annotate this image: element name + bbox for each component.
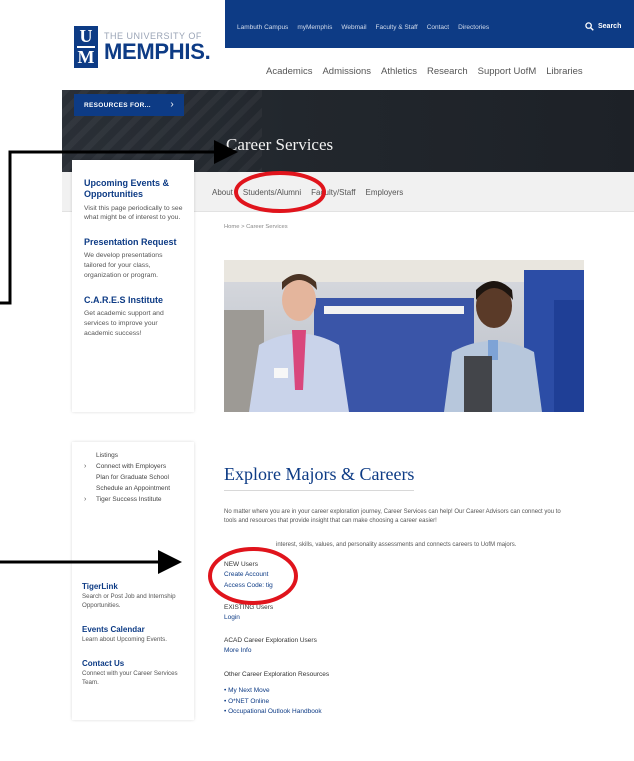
- new-users-block: NEW Users Create Account Access Code: ti…: [224, 560, 273, 591]
- nav-admissions[interactable]: Admissions: [322, 66, 371, 77]
- other-resources-block: Other Career Exploration Resources • My …: [224, 670, 329, 718]
- create-account-link[interactable]: Create Account: [224, 570, 273, 580]
- logo-name: MEMPHIS.: [104, 39, 211, 64]
- resources-for-button[interactable]: RESOURCES FOR... ›: [74, 94, 184, 116]
- utility-link-webmail[interactable]: Webmail: [341, 24, 366, 31]
- utility-link-lambuth[interactable]: Lambuth Campus: [237, 24, 288, 31]
- heading-divider: [224, 490, 414, 491]
- utility-link-directories[interactable]: Directories: [458, 24, 489, 31]
- explore-focus-text: interest, skills, values, and personalit…: [276, 542, 517, 548]
- sidebar-presentation-request-link[interactable]: Presentation Request: [84, 237, 184, 248]
- sidebar-cares-institute-link[interactable]: C.A.R.E.S Institute: [84, 295, 184, 306]
- sidebar-top-card: Upcoming Events & Opportunities Visit th…: [72, 160, 194, 412]
- site-header: Lambuth Campus myMemphis Webmail Faculty…: [62, 0, 634, 90]
- university-logo[interactable]: UM THE UNIVERSITY OF MEMPHIS.: [74, 26, 211, 68]
- sidebar-menu-graduate-school[interactable]: Plan for Graduate School: [82, 472, 184, 483]
- sidebar-menu-tiger-success-label: Tiger Success Institute: [96, 496, 162, 504]
- my-next-move-link[interactable]: • My Next Move: [224, 686, 329, 696]
- subnav-faculty-staff[interactable]: Faculty/Staff: [311, 188, 355, 197]
- existing-users-block: EXISTING Users Login: [224, 603, 273, 624]
- existing-users-label: EXISTING Users: [224, 604, 274, 611]
- events-calendar-desc: Learn about Upcoming Events.: [82, 635, 167, 643]
- utility-bar: Lambuth Campus myMemphis Webmail Faculty…: [225, 0, 634, 48]
- events-calendar-link[interactable]: Events Calendar: [82, 625, 192, 634]
- breadcrumb[interactable]: Home > Career Services: [224, 224, 288, 230]
- chevron-right-icon: ›: [170, 99, 174, 110]
- utility-link-faculty-staff[interactable]: Faculty & Staff: [376, 24, 418, 31]
- nav-research[interactable]: Research: [427, 66, 468, 77]
- acad-users-block: ACAD Career Exploration Users More Info: [224, 636, 317, 657]
- sidebar-bottom-card: Listings › Connect with Employers Plan f…: [72, 442, 194, 720]
- sidebar-menu-listings[interactable]: Listings: [82, 450, 184, 461]
- sidebar-menu-graduate-school-label: Plan for Graduate School: [96, 474, 169, 482]
- sidebar-upcoming-events-link[interactable]: Upcoming Events & Opportunities: [84, 178, 184, 201]
- nav-libraries[interactable]: Libraries: [546, 66, 582, 77]
- more-info-link[interactable]: More Info: [224, 646, 317, 656]
- utility-link-mymemphis[interactable]: myMemphis: [297, 24, 332, 31]
- subnav-employers[interactable]: Employers: [366, 188, 404, 197]
- sidebar-presentation-request-desc: We develop presentations tailored for yo…: [84, 252, 163, 280]
- utility-link-contact[interactable]: Contact: [427, 24, 449, 31]
- acad-users-label: ACAD Career Exploration Users: [224, 637, 317, 644]
- sidebar-menu-connect-employers-label: Connect with Employers: [96, 463, 167, 471]
- contact-us-link[interactable]: Contact Us: [82, 659, 192, 668]
- sidebar-menu-connect-employers[interactable]: › Connect with Employers: [82, 461, 184, 472]
- main-nav: Academics Admissions Athletics Research …: [266, 66, 583, 77]
- subnav-about[interactable]: About: [212, 188, 233, 197]
- chevron-right-icon: ›: [84, 496, 87, 504]
- nav-support-uofm[interactable]: Support UofM: [478, 66, 537, 77]
- access-code-text: Access Code: tig: [224, 581, 273, 589]
- sidebar-upcoming-events-desc: Visit this page periodically to see what…: [84, 204, 183, 222]
- contact-us-desc: Connect with your Career Services Team.: [82, 669, 178, 686]
- tigerlink-desc: Search or Post Job and Internship Opport…: [82, 593, 176, 609]
- new-users-label: NEW Users: [224, 561, 258, 568]
- sidebar-menu-listings-label: Listings: [96, 452, 119, 459]
- sidebar-menu-schedule-appointment[interactable]: Schedule an Appointment: [82, 483, 184, 494]
- occupational-outlook-link[interactable]: • Occupational Outlook Handbook: [224, 707, 329, 717]
- page-title: Career Services: [226, 135, 334, 154]
- nav-academics[interactable]: Academics: [266, 66, 312, 77]
- resources-for-label: RESOURCES FOR...: [84, 101, 151, 109]
- hero-photo: [224, 260, 584, 412]
- section-heading: Explore Majors & Careers: [224, 464, 415, 484]
- subnav-students-alumni[interactable]: Students/Alumni: [243, 188, 301, 197]
- onet-online-link[interactable]: • O*NET Online: [224, 697, 329, 707]
- tigerlink-link[interactable]: TigerLink: [82, 582, 192, 591]
- login-link[interactable]: Login: [224, 613, 273, 623]
- sidebar-menu-tiger-success[interactable]: › Tiger Success Institute: [82, 494, 184, 505]
- search-icon: [585, 22, 594, 31]
- sidebar-menu-schedule-appointment-label: Schedule an Appointment: [96, 485, 171, 493]
- explore-intro: No matter where you are in your career e…: [224, 509, 561, 525]
- nav-athletics[interactable]: Athletics: [381, 66, 417, 77]
- sidebar-cares-institute-desc: Get academic support and services to imp…: [84, 310, 164, 337]
- other-resources-label: Other Career Exploration Resources: [224, 671, 330, 678]
- logo-mark-icon: UM: [74, 26, 98, 68]
- utility-links: Lambuth Campus myMemphis Webmail Faculty…: [237, 24, 489, 31]
- search-button[interactable]: Search: [585, 22, 621, 31]
- search-label: Search: [598, 23, 622, 30]
